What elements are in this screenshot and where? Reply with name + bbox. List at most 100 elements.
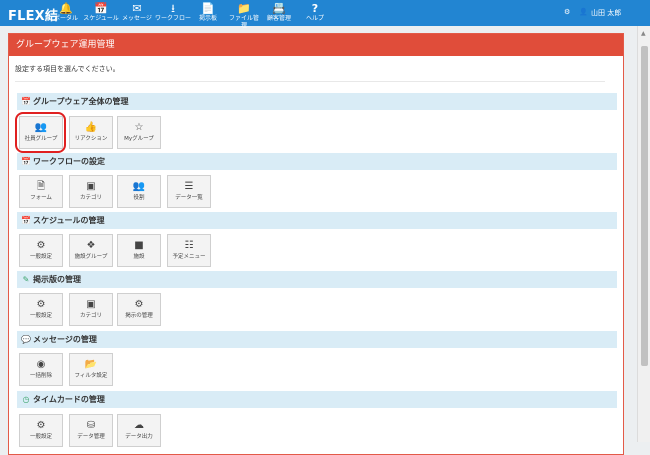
folder-icon: 📁 [237, 2, 251, 15]
list-icon: ☰ [184, 181, 194, 192]
scroll-up-arrow-icon[interactable]: ▲ [641, 30, 646, 37]
tile-label: 一般設定 [29, 313, 52, 319]
tile-data-management[interactable]: ⛁ データ管理 [69, 414, 113, 447]
user-name[interactable]: 山田 太郎 [591, 8, 621, 18]
nav-item-customer[interactable]: 📇 顧客管理 [264, 2, 294, 22]
thumbs-up-icon: 👍 [84, 122, 98, 133]
contact-icon: 📇 [272, 2, 286, 15]
section-header-workflow: 📅 ワークフローの設定 [17, 153, 617, 170]
workflow-icon: ⭳ [171, 2, 175, 15]
nav-item-label: スケジュール [83, 15, 119, 22]
tile-label: カテゴリ [79, 195, 102, 201]
tile-reaction[interactable]: 👍 リアクション [69, 116, 113, 149]
nav-item-bulletin[interactable]: 📄 掲示板 [195, 2, 221, 22]
tile-category[interactable]: ▣ カテゴリ [69, 175, 113, 208]
tile-label: フィルタ設定 [74, 373, 108, 379]
clock-icon: ◷ [22, 395, 30, 404]
gear-icon: ⚙ [36, 240, 46, 251]
user-icon: 👤 [579, 8, 588, 16]
tile-label: 施設グループ [74, 254, 108, 260]
gear-icon: ⚙ [36, 299, 46, 310]
tile-general-settings[interactable]: ⚙ 一般設定 [19, 414, 63, 447]
tile-category[interactable]: ▣ カテゴリ [69, 293, 113, 326]
tile-label: データ出力 [125, 434, 153, 440]
database-icon: ⛁ [86, 420, 96, 431]
nav-item-label: ポータル [53, 15, 78, 22]
tile-label: 役割 [133, 195, 145, 201]
nav-item-label: メッセージ [122, 15, 152, 22]
section-header-groupware: 📅 グループウェア全体の管理 [17, 93, 617, 110]
tile-filter-settings[interactable]: 📂 フィルタ設定 [69, 353, 113, 386]
tile-facility[interactable]: ■ 施設 [117, 234, 161, 267]
envelope-icon: ✉ [132, 2, 142, 15]
nav-item-file-management[interactable]: 📁 ファイル管理 [227, 2, 261, 29]
nav-item-schedule[interactable]: 📅 スケジュール [83, 2, 119, 22]
help-icon: ? [311, 2, 319, 15]
settings-gears-icon[interactable]: ⚙ [564, 8, 570, 16]
tile-label: 一括削除 [29, 373, 52, 379]
top-nav-bar: FLEX結 🔔 ポータル 📅 スケジュール ✉ メッセージ ⭳ ワークフロー 📄… [0, 0, 650, 29]
star-icon: ☆ [134, 122, 144, 133]
tile-data-export[interactable]: ☁ データ出力 [117, 414, 161, 447]
tile-form[interactable]: 🗎 フォーム [19, 175, 63, 208]
section-title: メッセージの管理 [33, 335, 97, 344]
tile-label: Myグループ [124, 136, 154, 142]
tile-label: 施設 [133, 254, 145, 260]
section-header-timecard: ◷ タイムカードの管理 [17, 391, 617, 408]
app-logo[interactable]: FLEX結 [8, 5, 58, 24]
folder-icon: 📂 [84, 359, 98, 370]
edit-icon: ✎ [22, 275, 30, 284]
calendar-icon: 📅 [21, 157, 31, 166]
cube-icon: ■ [134, 240, 144, 251]
document-icon: 📄 [201, 2, 215, 15]
tile-label: データ一覧 [175, 195, 203, 201]
calendar-icon: 📅 [21, 216, 31, 225]
section-title: スケジュールの管理 [33, 216, 105, 225]
nav-item-portal[interactable]: 🔔 ポータル [52, 2, 80, 22]
category-icon: ▣ [86, 299, 96, 310]
tile-label: 一般設定 [29, 254, 52, 260]
tile-role[interactable]: 👥 役割 [117, 175, 161, 208]
cloud-download-icon: ☁ [134, 420, 144, 431]
nav-item-label: ワークフロー [155, 15, 192, 22]
admin-panel: グループウェア運用管理 設定する項目を選んでください。 📅 グループウェア全体の管… [8, 33, 624, 455]
tile-label: 一般設定 [29, 434, 52, 440]
tile-data-list[interactable]: ☰ データ一覧 [167, 175, 211, 208]
panel-title: グループウェア運用管理 [9, 34, 623, 56]
file-icon: 🗎 [36, 181, 46, 192]
nav-item-label: ヘルプ [305, 15, 324, 22]
tile-general-settings[interactable]: ⚙ 一般設定 [19, 234, 63, 267]
nav-item-message[interactable]: ✉ メッセージ [122, 2, 152, 22]
tile-facility-group[interactable]: ❖ 施設グループ [69, 234, 113, 267]
nav-item-workflow[interactable]: ⭳ ワークフロー [155, 2, 191, 22]
divider [15, 81, 605, 82]
tile-general-settings[interactable]: ⚙ 一般設定 [19, 293, 63, 326]
cubes-icon: ❖ [86, 240, 96, 251]
tile-schedule-menu[interactable]: ☷ 予定メニュー [167, 234, 211, 267]
category-icon: ▣ [86, 181, 96, 192]
section-title: 掲示版の管理 [33, 275, 81, 284]
nav-item-label: 掲示板 [198, 15, 217, 22]
gears-icon: ⚙ [134, 299, 144, 310]
tile-label: カテゴリ [79, 313, 102, 319]
scrollbar-thumb[interactable] [641, 46, 648, 366]
menu-icon: ☷ [184, 240, 194, 251]
nav-item-help[interactable]: ? ヘルプ [303, 2, 327, 22]
gear-icon: ⚙ [36, 420, 46, 431]
highlight-circle [15, 112, 66, 153]
nav-item-label: 顧客管理 [266, 15, 291, 22]
users-icon: 👥 [132, 181, 146, 192]
vertical-scrollbar[interactable]: ▲ [637, 26, 650, 442]
calendar-icon: 📅 [21, 97, 31, 106]
tile-label: 掲示の管理 [125, 313, 153, 319]
tile-post-management[interactable]: ⚙ 掲示の管理 [117, 293, 161, 326]
intro-text: 設定する項目を選んでください。 [15, 65, 120, 73]
section-header-schedule: 📅 スケジュールの管理 [17, 212, 617, 229]
section-title: グループウェア全体の管理 [33, 97, 129, 106]
tile-label: 予定メニュー [172, 254, 206, 260]
section-title: ワークフローの設定 [33, 157, 105, 166]
tile-bulk-delete[interactable]: ◉ 一括削除 [19, 353, 63, 386]
section-title: タイムカードの管理 [33, 395, 105, 404]
record-icon: ◉ [36, 359, 46, 370]
tile-my-group[interactable]: ☆ Myグループ [117, 116, 161, 149]
